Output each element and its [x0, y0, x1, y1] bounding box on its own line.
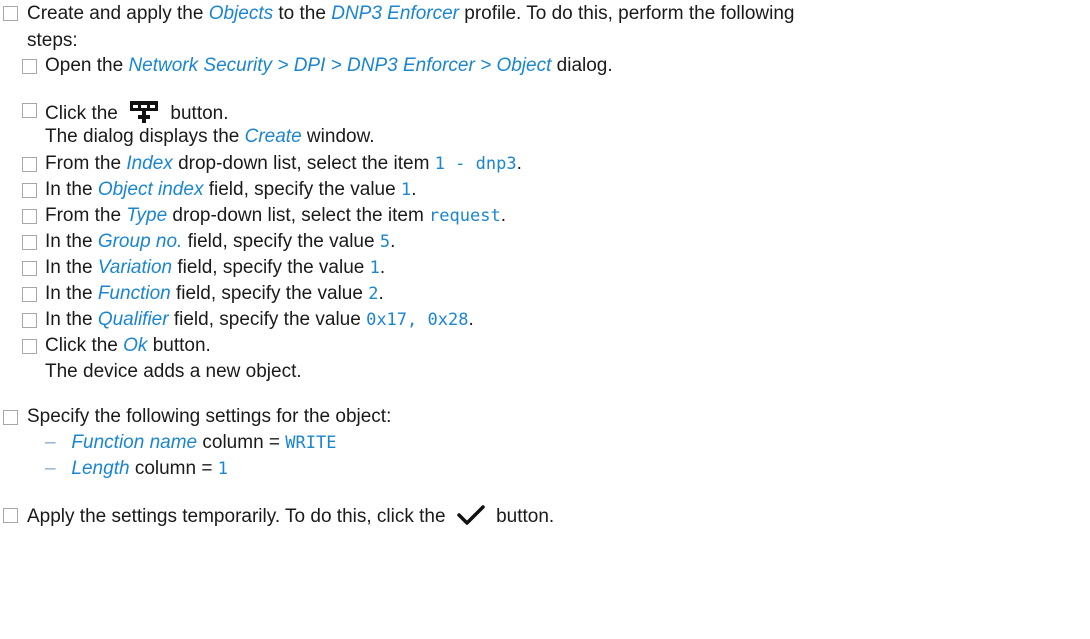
index-field-term: Index [126, 153, 173, 174]
dnp3-enforcer-link: DNP3 Enforcer [331, 3, 459, 24]
text: field, specify the value [182, 231, 380, 252]
function-name-value: WRITE [285, 433, 337, 453]
length-column-term: Length [71, 458, 130, 479]
dash-bullet: – [45, 432, 56, 453]
text: . [390, 231, 396, 252]
step1-line1: Create and apply the Objects to the DNP3… [27, 3, 795, 25]
text: In the [45, 309, 98, 330]
substep-index: From the Index drop-down list, select th… [45, 153, 522, 175]
group-field-term: Group no. [97, 231, 183, 252]
ok-button-term: Ok [123, 335, 148, 356]
function-name-column-term: Function name [71, 432, 198, 453]
text: From the [45, 205, 127, 226]
text: . [379, 257, 386, 278]
text: drop-down list, select the item [167, 205, 430, 226]
substep-type: From the Type drop-down list, select the… [45, 205, 506, 227]
text: In the [45, 257, 98, 278]
substep-checkbox[interactable] [22, 287, 37, 302]
step3-text: Apply the settings temporarily. To do th… [27, 504, 554, 532]
qualifier-field-term: Qualifier [97, 309, 169, 330]
text: profile. To do this, perform the followi… [459, 3, 795, 24]
substep-open-dialog: Open the Network Security > DPI > DNP3 E… [45, 55, 613, 77]
text: field, specify the value [172, 257, 370, 278]
text: . [468, 309, 474, 330]
text: . [516, 153, 522, 174]
step1-line2: steps: [27, 30, 78, 51]
function-value: 2 [368, 284, 379, 304]
variation-field-term: Variation [97, 257, 173, 278]
text: In the [45, 231, 98, 252]
object-index-field-term: Object index [97, 179, 204, 200]
text: window. [301, 126, 375, 147]
dash-bullet: – [45, 458, 56, 479]
type-field-term: Type [126, 205, 168, 226]
text: In the [45, 283, 98, 304]
setting-item: – Length column = 1 [45, 458, 228, 480]
type-value: request [429, 206, 501, 226]
add-row-icon [129, 99, 159, 129]
text: button. [147, 335, 211, 356]
substep-qualifier: In the Qualifier field, specify the valu… [45, 309, 474, 331]
text: . [378, 283, 384, 304]
text: drop-down list, select the item [172, 153, 435, 174]
variation-value: 1 [369, 258, 380, 278]
menu-path: Network Security > DPI > DNP3 Enforcer >… [128, 55, 552, 76]
substep-group: In the Group no. field, specify the valu… [45, 231, 395, 253]
setting-item: – Function name column = WRITE [45, 432, 336, 454]
text: field, specify the value [170, 283, 369, 304]
step2-text: Specify the following settings for the o… [27, 406, 392, 427]
step-checkbox[interactable] [3, 6, 18, 21]
text: button. [490, 506, 555, 527]
text: Apply the settings temporarily. To do th… [27, 506, 451, 527]
objects-term: Objects [208, 3, 274, 24]
group-value: 5 [379, 232, 391, 252]
function-field-term: Function [97, 283, 171, 304]
substep-checkbox[interactable] [22, 235, 37, 250]
text: column = [129, 458, 218, 479]
text: button. [165, 103, 229, 124]
substep-checkbox[interactable] [22, 261, 37, 276]
text: Create and apply the [27, 3, 209, 24]
length-value: 1 [217, 459, 228, 479]
dialog-note: The dialog displays the Create window. [45, 126, 375, 148]
text: . [500, 205, 506, 226]
object-index-value: 1 [400, 180, 412, 200]
substep-checkbox[interactable] [22, 103, 37, 118]
text: field, specify the value [168, 309, 367, 330]
create-window-term: Create [244, 126, 302, 147]
text: From the [45, 153, 127, 174]
result-note: The device adds a new object. [45, 361, 302, 382]
text: . [411, 179, 417, 200]
text: to the [273, 3, 332, 24]
substep-checkbox[interactable] [22, 183, 37, 198]
substep-ok: Click the Ok button. [45, 335, 211, 357]
text: Click the [45, 335, 124, 356]
qualifier-value: 0x17, 0x28 [366, 310, 469, 330]
substep-checkbox[interactable] [22, 157, 37, 172]
checkmark-icon [457, 504, 485, 532]
substep-variation: In the Variation field, specify the valu… [45, 257, 385, 279]
index-value: 1 - dnp3 [434, 154, 517, 174]
substep-checkbox[interactable] [22, 313, 37, 328]
text: The dialog displays the [45, 126, 245, 147]
substep-checkbox[interactable] [22, 209, 37, 224]
substep-checkbox[interactable] [22, 59, 37, 74]
document-page: Create and apply the Objects to the DNP3… [0, 0, 1090, 639]
text: column = [197, 432, 286, 453]
substep-click-add: Click the button. [45, 99, 229, 129]
text: dialog. [551, 55, 613, 76]
text: In the [45, 179, 98, 200]
text: Open the [45, 55, 129, 76]
text: Click the [45, 103, 124, 124]
substep-function: In the Function field, specify the value… [45, 283, 384, 305]
step-checkbox[interactable] [3, 410, 18, 425]
step-checkbox[interactable] [3, 508, 18, 523]
substep-object-index: In the Object index field, specify the v… [45, 179, 416, 201]
text: field, specify the value [203, 179, 401, 200]
substep-checkbox[interactable] [22, 339, 37, 354]
